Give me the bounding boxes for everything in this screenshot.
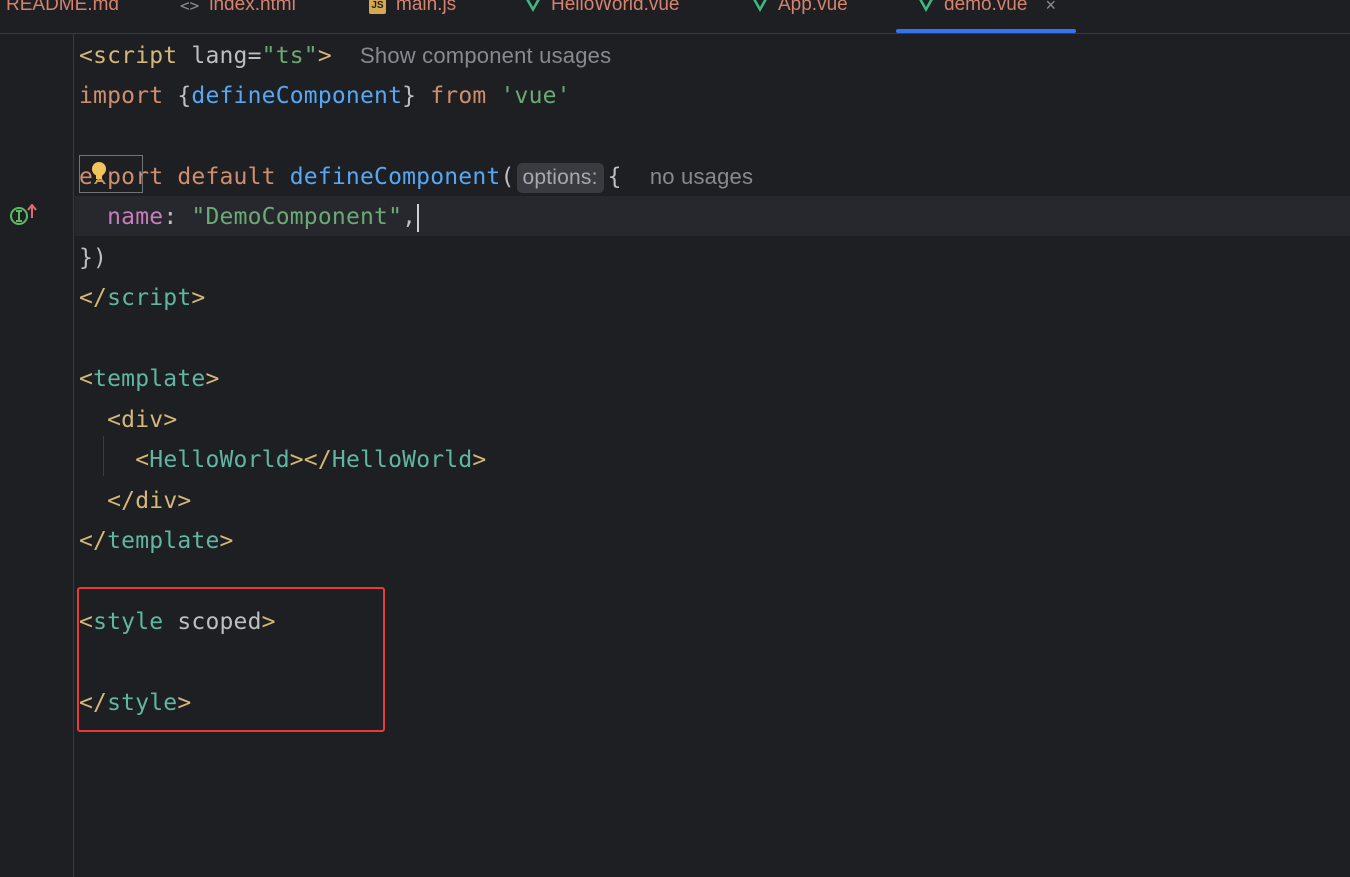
vue-file-icon [525, 0, 541, 12]
code-line-10: <div> [107, 407, 178, 433]
vue-file-icon [918, 0, 934, 12]
js-file-icon: JS [369, 0, 386, 14]
code-editor[interactable]: <script lang="ts"> Show component usages… [75, 34, 1350, 877]
tab-main-js[interactable]: JS main.js [369, 0, 456, 22]
tab-label: README.md [6, 0, 119, 15]
code-line-7: </script> [79, 285, 206, 311]
tab-index-html[interactable]: <> index.html [180, 0, 296, 22]
implements-method-icon[interactable] [9, 204, 41, 228]
vue-file-icon [752, 0, 768, 12]
code-line-2: import {defineComponent} from 'vue' [79, 83, 571, 109]
editor-tab-bar: README.md <> index.html JS main.js Hello… [0, 0, 1350, 34]
intention-action-frame[interactable] [79, 155, 143, 193]
code-line-6: }) [79, 245, 108, 271]
tab-label: demo.vue [944, 0, 1028, 15]
code-line-12: </div> [107, 488, 192, 514]
tab-label: main.js [396, 0, 457, 15]
tab-label: HelloWorld.vue [551, 0, 680, 15]
parameter-hint: options: [516, 162, 604, 193]
show-component-usages-hint[interactable]: Show component usages [360, 43, 611, 68]
tab-readme[interactable]: README.md [6, 0, 119, 22]
html-file-icon: <> [180, 0, 200, 15]
code-line-13: </template> [79, 528, 234, 554]
active-tab-indicator [896, 29, 1076, 33]
no-usages-hint[interactable]: no usages [650, 164, 753, 189]
code-line-11: <HelloWorld></HelloWorld> [135, 447, 487, 473]
text-cursor [417, 203, 420, 232]
code-line-1: <script lang="ts"> Show component usages [79, 43, 612, 69]
lightbulb-icon[interactable] [91, 162, 107, 184]
tab-helloworld-vue[interactable]: HelloWorld.vue [525, 0, 679, 22]
code-line-4: export default defineComponent(options:{… [79, 157, 753, 197]
tab-label: index.html [209, 0, 296, 15]
tab-demo-vue[interactable]: demo.vue × [918, 0, 1056, 22]
line-gutter [0, 34, 74, 877]
tab-label: App.vue [778, 0, 848, 15]
code-line-9: <template> [79, 366, 220, 392]
style-block-highlight [77, 587, 385, 732]
code-line-5: name: "DemoComponent", [79, 197, 420, 237]
tab-app-vue[interactable]: App.vue [752, 0, 848, 22]
close-icon[interactable]: × [1045, 0, 1056, 16]
